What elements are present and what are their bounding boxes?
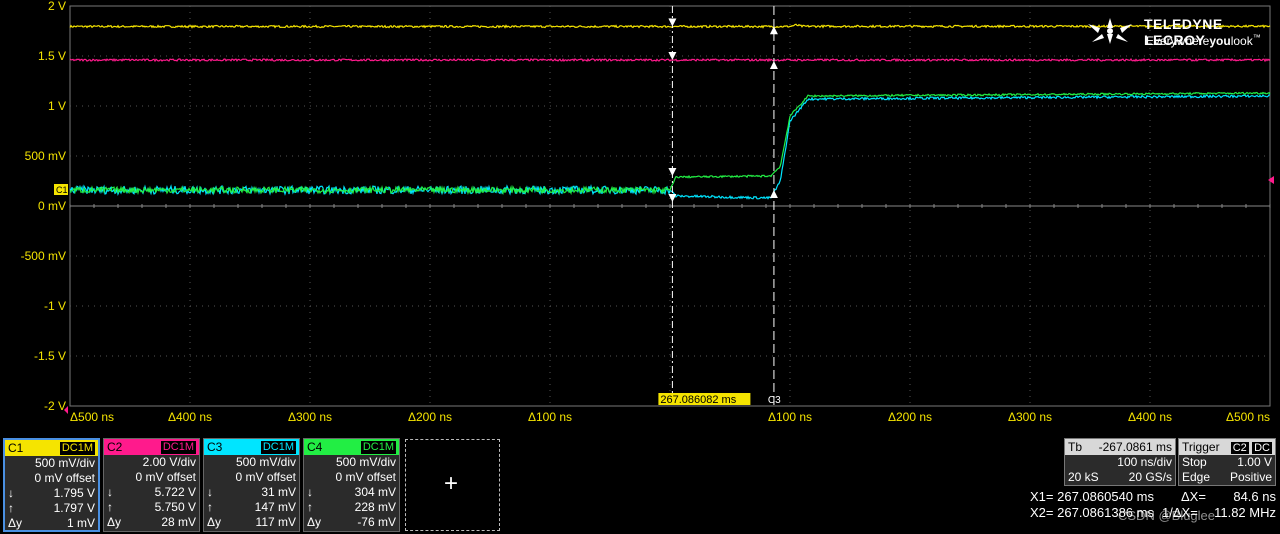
x-tick-label: Δ300 ns [1008,410,1052,424]
x-tick-label: Δ400 ns [1128,410,1172,424]
cursor-marker [769,190,778,198]
plus-icon: + [444,470,459,497]
channel-header: C2 DC1M [104,439,199,455]
add-panel-box[interactable]: + [405,439,500,531]
x-axis-tick-labels: Δ500 ns Δ400 ns Δ300 ns Δ200 ns Δ100 ns Δ100 … [70,410,1270,424]
cursor-up-value: ↑ 228 mV [307,500,396,514]
trace-c3 [69,94,1271,200]
cursor-marker [668,52,677,60]
x-tick-label: Δ100 ns [768,410,812,424]
trace-c4 [69,91,1271,196]
volts-per-div: 500 mV/div [34,456,95,470]
trigger-type: Edge [1182,470,1211,484]
offset: 0 mV offset [34,471,95,485]
volts-per-div: 2.00 V/div [142,455,196,469]
cursor-marker [668,18,677,27]
timebase-header: Tb -267.0861 ms [1065,439,1175,455]
cursor-x1-tag: 267.086082 ms [660,394,736,406]
y-tick-label: -1 V [44,299,66,313]
graticule [69,5,1271,407]
cursor-up-value: ↑ 5.750 V [107,500,196,514]
trigger-slope: Positive [1229,470,1272,484]
offset: 0 mV offset [135,470,196,484]
channel-panel-c3[interactable]: C3 DC1M 500 mV/div 0 mV offset ↓ 31 mV ↑ 147 mV… [203,438,300,532]
y-tick-label: 1 V [48,99,66,113]
cursor-marker [769,61,778,69]
sample-rate: 20 GS/s [1128,470,1172,484]
cursor-down-value: ↓ 31 mV [207,485,296,499]
y-tick-label: 1.5 V [38,49,66,63]
cursor-up-value: ↑ 1.797 V [8,501,95,515]
trigger-mode: Stop [1182,455,1207,469]
x-tick-label: Δ500 ns [70,410,114,424]
cursor-down-value: ↓ 304 mV [307,485,396,499]
coupling-badge: DC1M [260,440,296,454]
cursor-up-value: ↑ 147 mV [207,500,296,514]
channel-panel-c4[interactable]: C4 DC1M 500 mV/div 0 mV offset ↓ 304 mV ↑ 228 m… [303,438,400,532]
coupling-badge: DC1M [160,440,196,454]
cursor-x1-readout: X1= 267.0860540 ms [1030,489,1154,504]
lecroy-star-icon [1088,18,1132,44]
horizontal-scale: 100 ns/div [1117,455,1172,469]
trigger-level: 1.00 V [1237,455,1272,469]
y-tick-label: -2 V [44,399,66,413]
volts-per-div: 500 mV/div [235,455,296,469]
delta-y-value: Δy -76 mV [307,515,396,529]
trigger-panel[interactable]: Trigger C2 DC Stop 1.00 V Edge Positive [1178,438,1276,486]
ground-marker-c1: C1 [56,185,68,195]
y-tick-label: 500 mV [25,149,66,163]
trigger-level-marker [1268,176,1274,184]
channel-header: C1 DC1M [5,440,98,456]
y-tick-label: -1.5 V [34,349,66,363]
delta-y-value: Δy 117 mV [207,515,296,529]
delta-y-value: Δy 1 mV [8,516,95,530]
y-tick-label: -500 mV [21,249,66,263]
waveform-traces [69,23,1271,200]
cursor-down-value: ↓ 5.722 V [107,485,196,499]
teledyne-lecroy-logo: TELEDYNE LECROY Everywhereyoulook™ [1082,14,1274,50]
y-tick-label: 0 mV [38,199,66,213]
x-tick-label: Δ200 ns [888,410,932,424]
trigger-source: C2 [1230,442,1249,454]
cursor-down-value: ↓ 1.795 V [8,486,95,500]
timebase-panel[interactable]: Tb -267.0861 ms 100 ns/div 20 kS 20 GS/s [1064,438,1176,486]
cursor-dx-readout: ΔX= 84.6 ns [1181,489,1276,504]
cursor-x2-tag: C3 [768,395,781,406]
y-axis-tick-labels: 2 V 1.5 V 1 V 500 mV 0 mV -500 mV -1 V -1.5 V -2… [21,0,66,413]
trigger-header: Trigger C2 DC [1179,439,1275,455]
offset: 0 mV offset [235,470,296,484]
offset: 0 mV offset [335,470,396,484]
channel-panel-c2[interactable]: C2 DC1M 2.00 V/div 0 mV offset ↓ 5.722 V ↑ 5.75… [103,438,200,532]
sample-count: 20 kS [1068,470,1099,484]
waveform-display: 2 V 1.5 V 1 V 500 mV 0 mV -500 mV -1 V -1.5 V -2… [21,0,1274,424]
measurement-cursors: 267.086082 ms C3 C1 [54,6,1274,414]
x-tick-label: Δ400 ns [168,410,212,424]
tagline: Everywhereyoulook™ [1146,33,1261,48]
channel-panel-c1[interactable]: C1 DC1M 500 mV/div 0 mV offset ↓ 1.795 V ↑ 1.79… [3,438,100,532]
volts-per-div: 500 mV/div [335,455,396,469]
coupling-badge: DC1M [360,440,396,454]
channel-header: C3 DC1M [204,439,299,455]
delta-y-value: Δy 28 mV [107,515,196,529]
channel-header: C4 DC1M [304,439,399,455]
y-tick-label: 2 V [48,0,66,13]
x-tick-label: Δ100 ns [528,410,572,424]
watermark: CSDN @Bluglee [1118,508,1216,523]
trigger-coupling: DC [1252,442,1272,454]
coupling-badge: DC1M [59,441,95,455]
x-tick-label: Δ200 ns [408,410,452,424]
x-tick-label: Δ300 ns [288,410,332,424]
x-tick-label: Δ500 ns [1226,410,1270,424]
